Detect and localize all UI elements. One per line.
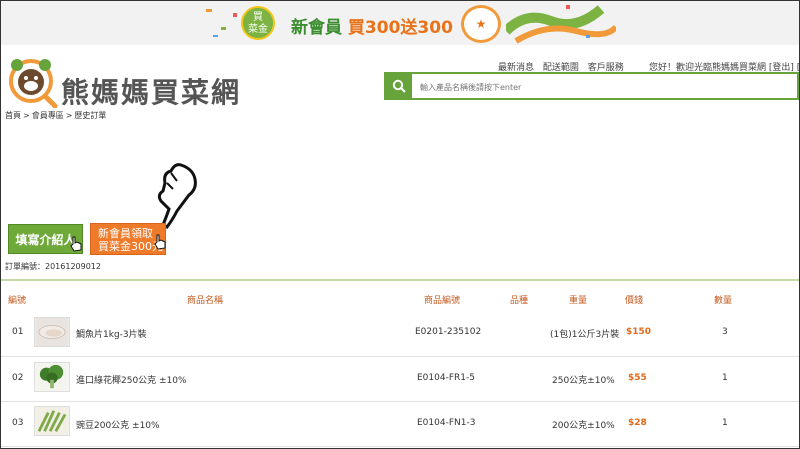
table-divider xyxy=(1,279,799,281)
row-no: 02 xyxy=(12,373,24,383)
search-icon xyxy=(392,79,406,93)
product-thumbnail-peas[interactable] xyxy=(34,406,70,436)
table-row: 02 進口綠花椰250公克 ±10% E0104-FR1-5 250公克±10%… xyxy=(1,356,799,402)
breadcrumb: 首頁 > 會員專區 > 歷史訂單 xyxy=(5,110,108,121)
product-name[interactable]: 進口綠花椰250公克 ±10% xyxy=(76,373,187,386)
product-qty: 1 xyxy=(722,373,728,383)
col-header-no: 編號 xyxy=(8,296,27,306)
col-header-price: 價錢 xyxy=(625,296,644,306)
product-qty: 1 xyxy=(722,418,728,428)
hand-cursor-icon xyxy=(154,234,166,250)
product-qty: 3 xyxy=(722,327,728,337)
product-code: E0104-FN1-3 xyxy=(417,418,476,428)
coin-line1: 買 xyxy=(253,12,263,23)
product-name[interactable]: 豌豆200公克 ±10% xyxy=(76,418,160,431)
crumb-sep: > xyxy=(23,111,30,120)
product-thumbnail-broccoli[interactable] xyxy=(34,362,70,392)
product-weight: 250公克±10% xyxy=(552,376,615,386)
product-price: $55 xyxy=(628,373,647,383)
banner-prefix: 新會員 xyxy=(291,18,342,38)
search-button[interactable] xyxy=(386,74,412,98)
table-row: 01 鯛魚片1kg-3片裝 E0201-235102 (1包)1公斤3片裝 $1… xyxy=(1,311,799,357)
gift-icon: ★ xyxy=(461,5,501,43)
pointing-hand-icon xyxy=(157,163,197,229)
product-name[interactable]: 鯛魚片1kg-3片裝 xyxy=(76,327,147,340)
brand-name[interactable]: 熊媽媽買菜網 xyxy=(61,71,241,111)
col-header-weight: 重量 xyxy=(569,296,588,306)
search-bar xyxy=(384,72,799,100)
banner-highlight: 買300送300 xyxy=(347,18,453,38)
col-header-variety: 品種 xyxy=(510,296,529,306)
crumb-history: 歷史訂單 xyxy=(74,111,107,120)
product-thumbnail-fish[interactable] xyxy=(34,317,70,347)
product-price: $150 xyxy=(626,327,652,337)
product-code: E0201-235102 xyxy=(415,327,482,337)
banner-headline: 新會員 買300送300 xyxy=(291,13,453,38)
coin-badge: 買 菜金 xyxy=(241,6,275,40)
bear-logo-icon[interactable] xyxy=(7,56,59,108)
product-weight: (1包)1公斤3片裝 xyxy=(550,330,620,340)
col-header-name: 商品名稱 xyxy=(187,296,224,306)
hand-cursor-icon xyxy=(70,236,82,252)
search-input[interactable] xyxy=(418,78,792,96)
crumb-member[interactable]: 會員專區 xyxy=(32,111,64,120)
page-frame: 買 菜金 新會員 買300送300 ★ 熊媽媽買菜網 最新消息 配送範圍 客戶服… xyxy=(0,0,800,449)
product-weight: 200公克±10% xyxy=(552,421,615,431)
table-row: 03 豌豆200公克 ±10% E0104-FN1-3 200公克±10% $2… xyxy=(1,401,799,447)
product-code: E0104-FR1-5 xyxy=(417,373,475,383)
ribbon-deco-icon xyxy=(506,5,616,44)
col-header-code: 商品編號 xyxy=(424,296,461,306)
order-number: 訂單編號：20161209012 xyxy=(5,262,101,271)
col-header-qty: 數量 xyxy=(714,296,733,306)
product-price: $28 xyxy=(628,418,647,428)
coin-line2: 菜金 xyxy=(248,24,268,35)
crumb-home[interactable]: 首頁 xyxy=(5,111,21,120)
row-no: 01 xyxy=(12,327,24,337)
promo-banner[interactable]: 買 菜金 新會員 買300送300 ★ xyxy=(1,1,799,45)
row-no: 03 xyxy=(12,418,24,428)
crumb-sep: > xyxy=(65,111,73,120)
